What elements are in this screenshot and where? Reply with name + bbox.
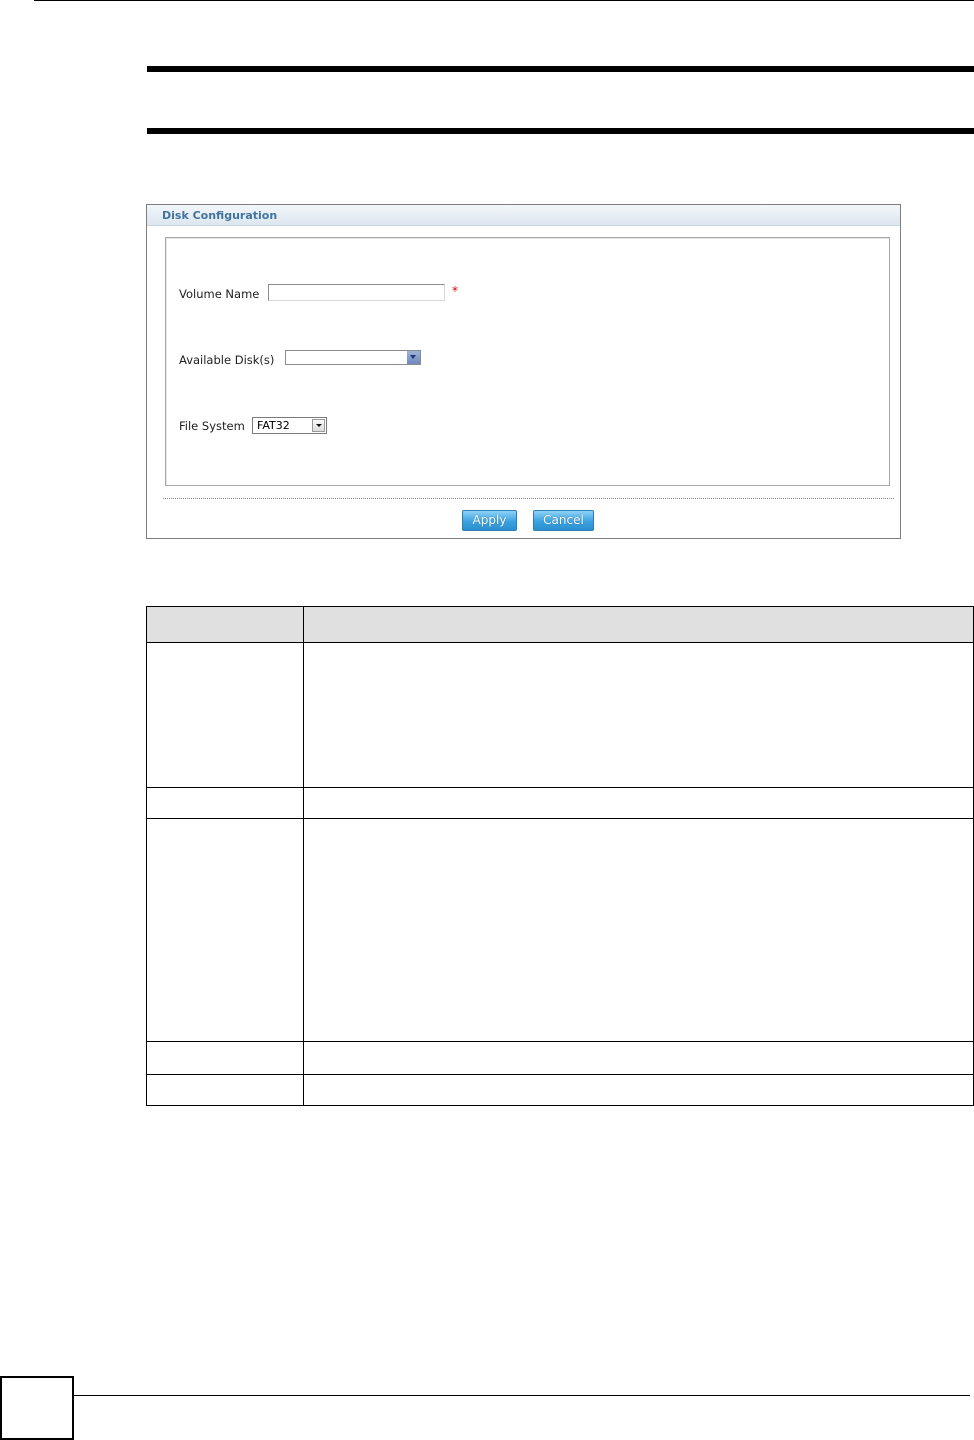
table-cell	[146, 787, 304, 820]
section-top-rule	[147, 66, 974, 72]
table-row	[146, 818, 974, 1042]
table-header-row	[146, 605, 974, 644]
dropdown-arrow-icon[interactable]	[312, 419, 325, 432]
volume-name-label: Volume Name	[179, 287, 260, 301]
required-mark: *	[452, 284, 458, 298]
file-system-value: FAT32	[257, 419, 290, 432]
field-description-table	[146, 605, 974, 1107]
disk-configuration-screen: Disk Configuration Volume Name * Availab…	[146, 204, 901, 539]
table-cell	[303, 642, 974, 789]
table-cell	[303, 1040, 974, 1075]
file-system-select[interactable]: FAT32	[252, 417, 327, 434]
table-cell	[303, 1073, 974, 1107]
table-header-cell	[303, 605, 974, 644]
table-row	[146, 787, 974, 820]
table-cell	[303, 787, 974, 820]
table-cell	[146, 1040, 304, 1075]
apply-button[interactable]: Apply	[462, 510, 517, 531]
header-rule	[34, 0, 974, 1]
table-cell	[146, 818, 304, 1042]
table-cell	[303, 818, 974, 1042]
panel-title: Disk Configuration	[162, 209, 278, 222]
cancel-button[interactable]: Cancel	[533, 510, 594, 531]
dropdown-arrow-icon[interactable]	[407, 351, 420, 364]
table-row	[146, 1073, 974, 1107]
file-system-label: File System	[179, 419, 245, 433]
available-disks-select[interactable]	[285, 350, 421, 365]
table-cell	[146, 642, 304, 789]
panel-title-bar: Disk Configuration	[147, 205, 900, 226]
section-bottom-rule	[147, 128, 974, 134]
table-row	[146, 642, 974, 789]
divider	[163, 498, 894, 499]
table-row	[146, 1040, 974, 1075]
page-number-box	[0, 1376, 74, 1440]
available-disks-label: Available Disk(s)	[179, 353, 275, 367]
volume-name-input[interactable]	[268, 284, 445, 301]
table-cell	[146, 1073, 304, 1107]
table-header-cell	[146, 605, 304, 644]
footer-rule	[74, 1395, 970, 1396]
